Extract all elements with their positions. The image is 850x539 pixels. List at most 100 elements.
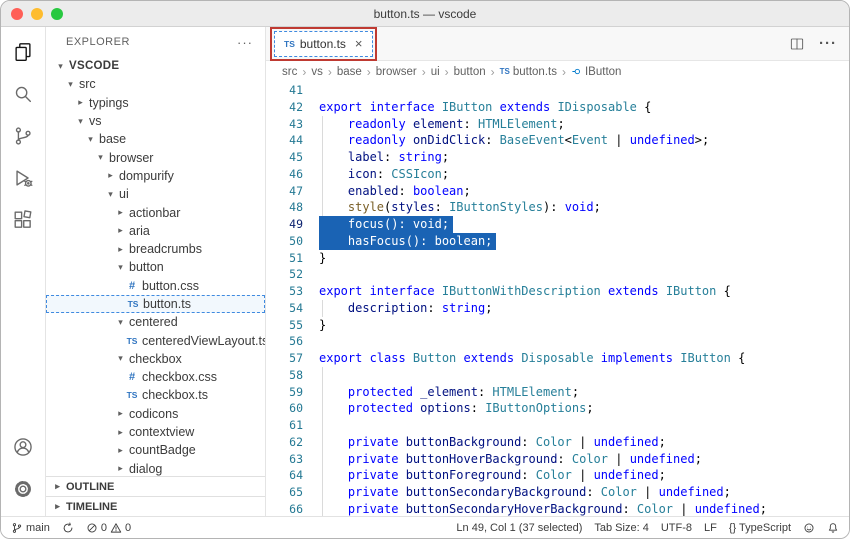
- tree-folder-centered[interactable]: ▾centered: [46, 313, 265, 331]
- breadcrumb-item[interactable]: base: [337, 66, 362, 78]
- tree-folder-actionbar[interactable]: ▸actionbar: [46, 203, 265, 221]
- tree-file-centeredViewLayout.ts[interactable]: TScenteredViewLayout.ts: [46, 331, 265, 349]
- breadcrumb-item[interactable]: src: [282, 66, 297, 78]
- window-controls: [11, 8, 63, 20]
- status-branch[interactable]: main: [11, 522, 50, 534]
- tree-file-button.css[interactable]: #button.css: [46, 277, 265, 295]
- code-line-50[interactable]: 50 hasFocus(): boolean;: [266, 233, 849, 250]
- status-encoding[interactable]: UTF-8: [661, 522, 692, 534]
- tree-item-label: button.ts: [143, 297, 191, 311]
- activitybar-source-control[interactable]: [1, 115, 45, 157]
- minimize-window-button[interactable]: [31, 8, 43, 20]
- tree-file-checkbox.css[interactable]: #checkbox.css: [46, 368, 265, 386]
- activitybar-settings[interactable]: [1, 468, 45, 510]
- code-line-43[interactable]: 43 readonly element: HTMLElement;: [266, 116, 849, 133]
- breadcrumb-item[interactable]: ui: [431, 66, 440, 78]
- tree-file-checkbox.ts[interactable]: TScheckbox.ts: [46, 386, 265, 404]
- sidebar-panel-timeline[interactable]: ▸TIMELINE: [46, 496, 265, 516]
- tree-folder-button[interactable]: ▾button: [46, 258, 265, 276]
- tree-folder-contextview[interactable]: ▸contextview: [46, 423, 265, 441]
- more-actions-button[interactable]: ···: [819, 35, 837, 53]
- breadcrumb-item[interactable]: button: [454, 66, 486, 78]
- code-line-62[interactable]: 62 private buttonBackground: Color | und…: [266, 434, 849, 451]
- code-line-47[interactable]: 47 enabled: boolean;: [266, 183, 849, 200]
- breadcrumb: src›vs›base›browser›ui›button›TSbutton.t…: [266, 61, 849, 82]
- tree-item-label: button.css: [142, 279, 199, 293]
- breadcrumb-item[interactable]: browser: [376, 66, 417, 78]
- activitybar-explorer[interactable]: [1, 31, 45, 73]
- close-icon[interactable]: ×: [355, 36, 363, 51]
- tree-folder-checkbox[interactable]: ▾checkbox: [46, 350, 265, 368]
- code-editor[interactable]: 4142export interface IButton extends IDi…: [266, 82, 849, 516]
- tree-folder-browser[interactable]: ▾browser: [46, 148, 265, 166]
- tree-folder-countBadge[interactable]: ▸countBadge: [46, 441, 265, 459]
- line-number: 60: [266, 400, 309, 417]
- code-line-48[interactable]: 48 style(styles: IButtonStyles): void;: [266, 199, 849, 216]
- code-line-61[interactable]: 61: [266, 417, 849, 434]
- status-eol[interactable]: LF: [704, 522, 717, 534]
- tree-file-button.ts[interactable]: TSbutton.ts: [46, 295, 265, 313]
- code-line-46[interactable]: 46 icon: CSSIcon;: [266, 166, 849, 183]
- status-notifications[interactable]: [827, 522, 839, 534]
- code-line-66[interactable]: 66 private buttonSecondaryHoverBackgroun…: [266, 501, 849, 516]
- breadcrumb-item[interactable]: IButton: [571, 66, 621, 78]
- tab-button-ts[interactable]: TS button.ts ×: [274, 31, 373, 57]
- chevron-down-icon: ▾: [84, 134, 97, 145]
- status-sync[interactable]: [62, 522, 74, 534]
- status-indentation[interactable]: Tab Size: 4: [594, 522, 648, 534]
- code-line-53[interactable]: 53export interface IButtonWithDescriptio…: [266, 283, 849, 300]
- code-line-64[interactable]: 64 private buttonForeground: Color | und…: [266, 467, 849, 484]
- close-window-button[interactable]: [11, 8, 23, 20]
- code-line-57[interactable]: 57export class Button extends Disposable…: [266, 350, 849, 367]
- activitybar-search[interactable]: [1, 73, 45, 115]
- split-editor-button[interactable]: [789, 36, 805, 52]
- tree-item-label: centered: [129, 315, 178, 329]
- code-line-55[interactable]: 55}: [266, 317, 849, 334]
- tree-folder-ui[interactable]: ▾ui: [46, 185, 265, 203]
- breadcrumb-separator: ›: [562, 65, 566, 79]
- breadcrumb-item[interactable]: TSbutton.ts: [500, 66, 557, 78]
- tree-folder-base[interactable]: ▾base: [46, 130, 265, 148]
- tree-folder-dompurify[interactable]: ▸dompurify: [46, 167, 265, 185]
- tree-item-label: dompurify: [119, 169, 174, 183]
- tree-folder-aria[interactable]: ▸aria: [46, 222, 265, 240]
- sidebar-panel-outline[interactable]: ▸OUTLINE: [46, 476, 265, 496]
- chevron-right-icon: ▸: [114, 427, 127, 438]
- code-line-60[interactable]: 60 protected options: IButtonOptions;: [266, 400, 849, 417]
- more-actions-icon[interactable]: ···: [237, 35, 253, 50]
- tree-folder-vs[interactable]: ▾vs: [46, 112, 265, 130]
- code-line-63[interactable]: 63 private buttonHoverBackground: Color …: [266, 451, 849, 468]
- accounts-icon: [12, 436, 34, 458]
- code-line-54[interactable]: 54 description: string;: [266, 300, 849, 317]
- tree-folder-dialog[interactable]: ▸dialog: [46, 460, 265, 476]
- code-line-59[interactable]: 59 protected _element: HTMLElement;: [266, 384, 849, 401]
- tree-folder-codicons[interactable]: ▸codicons: [46, 405, 265, 423]
- code-line-58[interactable]: 58: [266, 367, 849, 384]
- status-problems[interactable]: 00: [86, 522, 131, 534]
- code-line-52[interactable]: 52: [266, 266, 849, 283]
- activitybar-accounts[interactable]: [1, 426, 45, 468]
- tree-folder-src[interactable]: ▾src: [46, 75, 265, 93]
- activitybar-extensions[interactable]: [1, 199, 45, 241]
- tree-folder-typings[interactable]: ▸typings: [46, 94, 265, 112]
- code-line-44[interactable]: 44 readonly onDidClick: BaseEvent<Event …: [266, 132, 849, 149]
- activitybar-run-and-debug[interactable]: [1, 157, 45, 199]
- zoom-window-button[interactable]: [51, 8, 63, 20]
- status-feedback[interactable]: [803, 522, 815, 534]
- code-line-42[interactable]: 42export interface IButton extends IDisp…: [266, 99, 849, 116]
- text-selection: hasFocus(): boolean;: [319, 233, 496, 250]
- breadcrumb-item[interactable]: vs: [311, 66, 323, 78]
- tree-folder-VSCODE[interactable]: ▾VSCODE: [46, 57, 265, 75]
- tree-folder-breadcrumbs[interactable]: ▸breadcrumbs: [46, 240, 265, 258]
- code-line-49[interactable]: 49 focus(): void;: [266, 216, 849, 233]
- chevron-down-icon: ▾: [104, 189, 117, 200]
- status-language[interactable]: {} TypeScript: [729, 522, 791, 534]
- code-line-45[interactable]: 45 label: string;: [266, 149, 849, 166]
- chevron-right-icon: ▸: [114, 225, 127, 236]
- code-line-56[interactable]: 56: [266, 333, 849, 350]
- code-line-41[interactable]: 41: [266, 82, 849, 99]
- code-line-65[interactable]: 65 private buttonSecondaryBackground: Co…: [266, 484, 849, 501]
- status-label: UTF-8: [661, 522, 692, 534]
- code-line-51[interactable]: 51}: [266, 250, 849, 267]
- status-cursor-position[interactable]: Ln 49, Col 1 (37 selected): [456, 522, 582, 534]
